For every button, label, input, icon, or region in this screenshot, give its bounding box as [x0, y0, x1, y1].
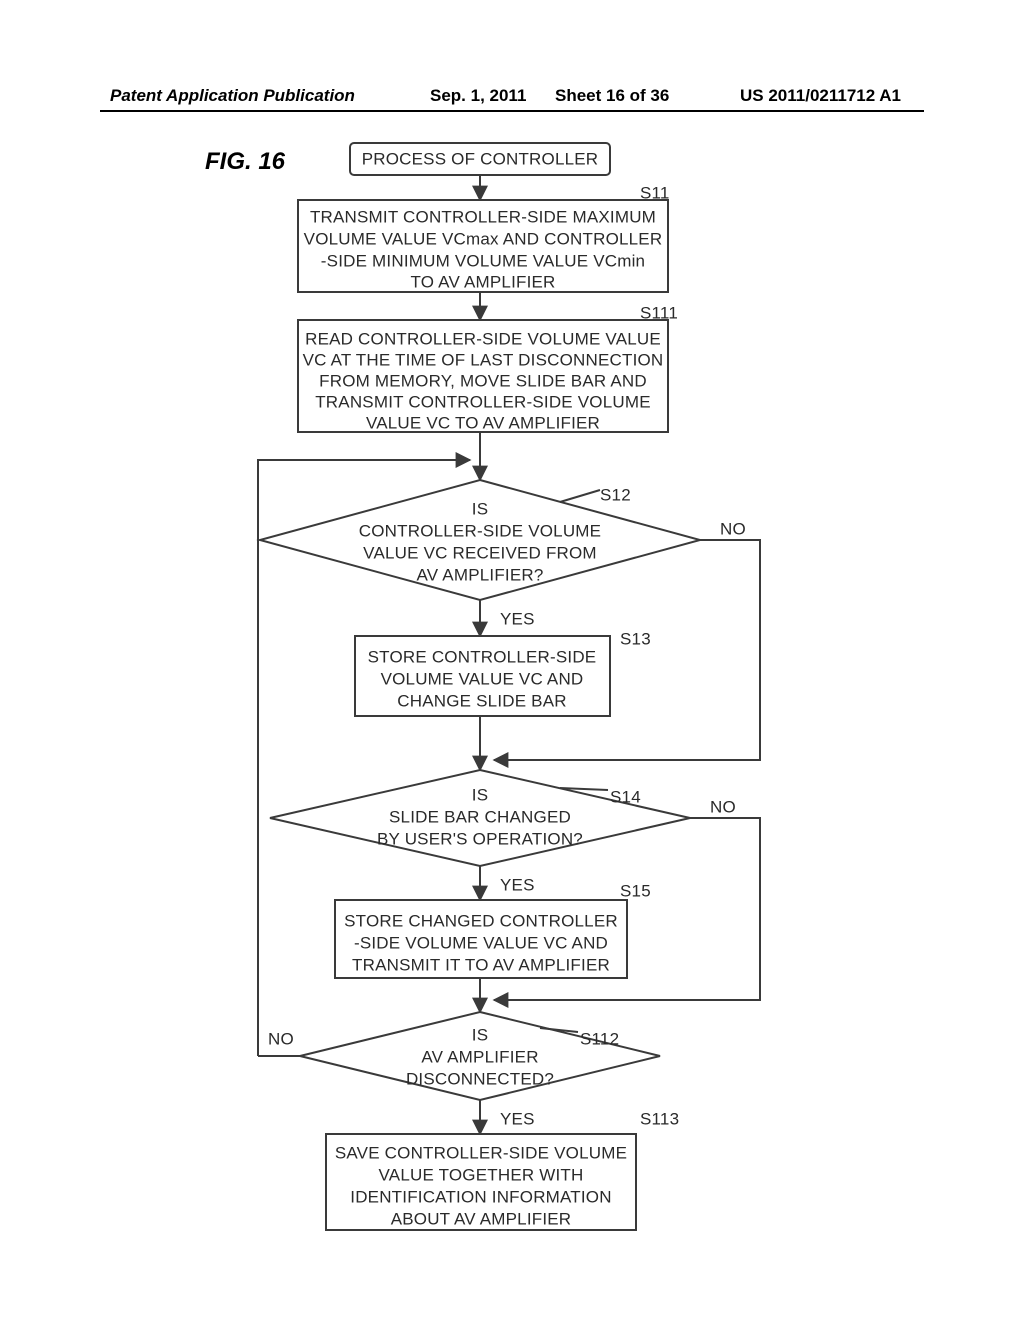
s112-no: NO [268, 1029, 294, 1048]
s12-l4: AV AMPLIFIER? [417, 565, 544, 584]
s111-l5: VALUE VC TO AV AMPLIFIER [366, 413, 600, 432]
s14-yes: YES [500, 875, 535, 894]
s11-l1: TRANSMIT CONTROLLER-SIDE MAXIMUM [310, 207, 656, 226]
s15-l3: TRANSMIT IT TO AV AMPLIFIER [352, 955, 610, 974]
s12-l2: CONTROLLER-SIDE VOLUME [359, 521, 601, 540]
s14-l2: SLIDE BAR CHANGED [389, 807, 571, 826]
s15-label: S15 [620, 881, 651, 900]
s14-l3: BY USER'S OPERATION? [377, 829, 583, 848]
s13-l2: VOLUME VALUE VC AND [381, 669, 584, 688]
s112-l3: DISCONNECTED? [406, 1069, 554, 1088]
s12-no: NO [720, 519, 746, 538]
s113-l2: VALUE TOGETHER WITH [379, 1165, 584, 1184]
start-text: PROCESS OF CONTROLLER [362, 149, 599, 168]
s113-l1: SAVE CONTROLLER-SIDE VOLUME [335, 1143, 627, 1162]
s11-l4: TO AV AMPLIFIER [410, 272, 555, 291]
s111-l1: READ CONTROLLER-SIDE VOLUME VALUE [305, 329, 661, 348]
s12-label: S12 [600, 485, 631, 504]
s112-l2: AV AMPLIFIER [421, 1047, 538, 1066]
s15-l2: -SIDE VOLUME VALUE VC AND [354, 933, 608, 952]
s112-l1: IS [472, 1025, 488, 1044]
s12-yes: YES [500, 609, 535, 628]
s14-no: NO [710, 797, 736, 816]
s14-l1: IS [472, 785, 488, 804]
s13-label: S13 [620, 629, 651, 648]
s113-label: S113 [640, 1109, 679, 1128]
s11-l2: VOLUME VALUE VCmax AND CONTROLLER [304, 229, 663, 248]
s11-l3: -SIDE MINIMUM VOLUME VALUE VCmin [321, 251, 645, 270]
s111-l4: TRANSMIT CONTROLLER-SIDE VOLUME [315, 392, 651, 411]
s111-l2: VC AT THE TIME OF LAST DISCONNECTION [303, 350, 664, 369]
s14-label: S14 [610, 787, 641, 806]
s13-l1: STORE CONTROLLER-SIDE [368, 647, 597, 666]
s113-l4: ABOUT AV AMPLIFIER [391, 1209, 572, 1228]
flowchart: PROCESS OF CONTROLLER S11 TRANSMIT CONTR… [0, 0, 1024, 1320]
s112-label: S112 [580, 1029, 619, 1048]
s12-l1: IS [472, 499, 488, 518]
s12-l3: VALUE VC RECEIVED FROM [363, 543, 597, 562]
s111-l3: FROM MEMORY, MOVE SLIDE BAR AND [319, 371, 647, 390]
s113-l3: IDENTIFICATION INFORMATION [350, 1187, 611, 1206]
s12-leader [560, 490, 600, 502]
s13-l3: CHANGE SLIDE BAR [397, 691, 566, 710]
s15-l1: STORE CHANGED CONTROLLER [344, 911, 618, 930]
s112-yes: YES [500, 1109, 535, 1128]
